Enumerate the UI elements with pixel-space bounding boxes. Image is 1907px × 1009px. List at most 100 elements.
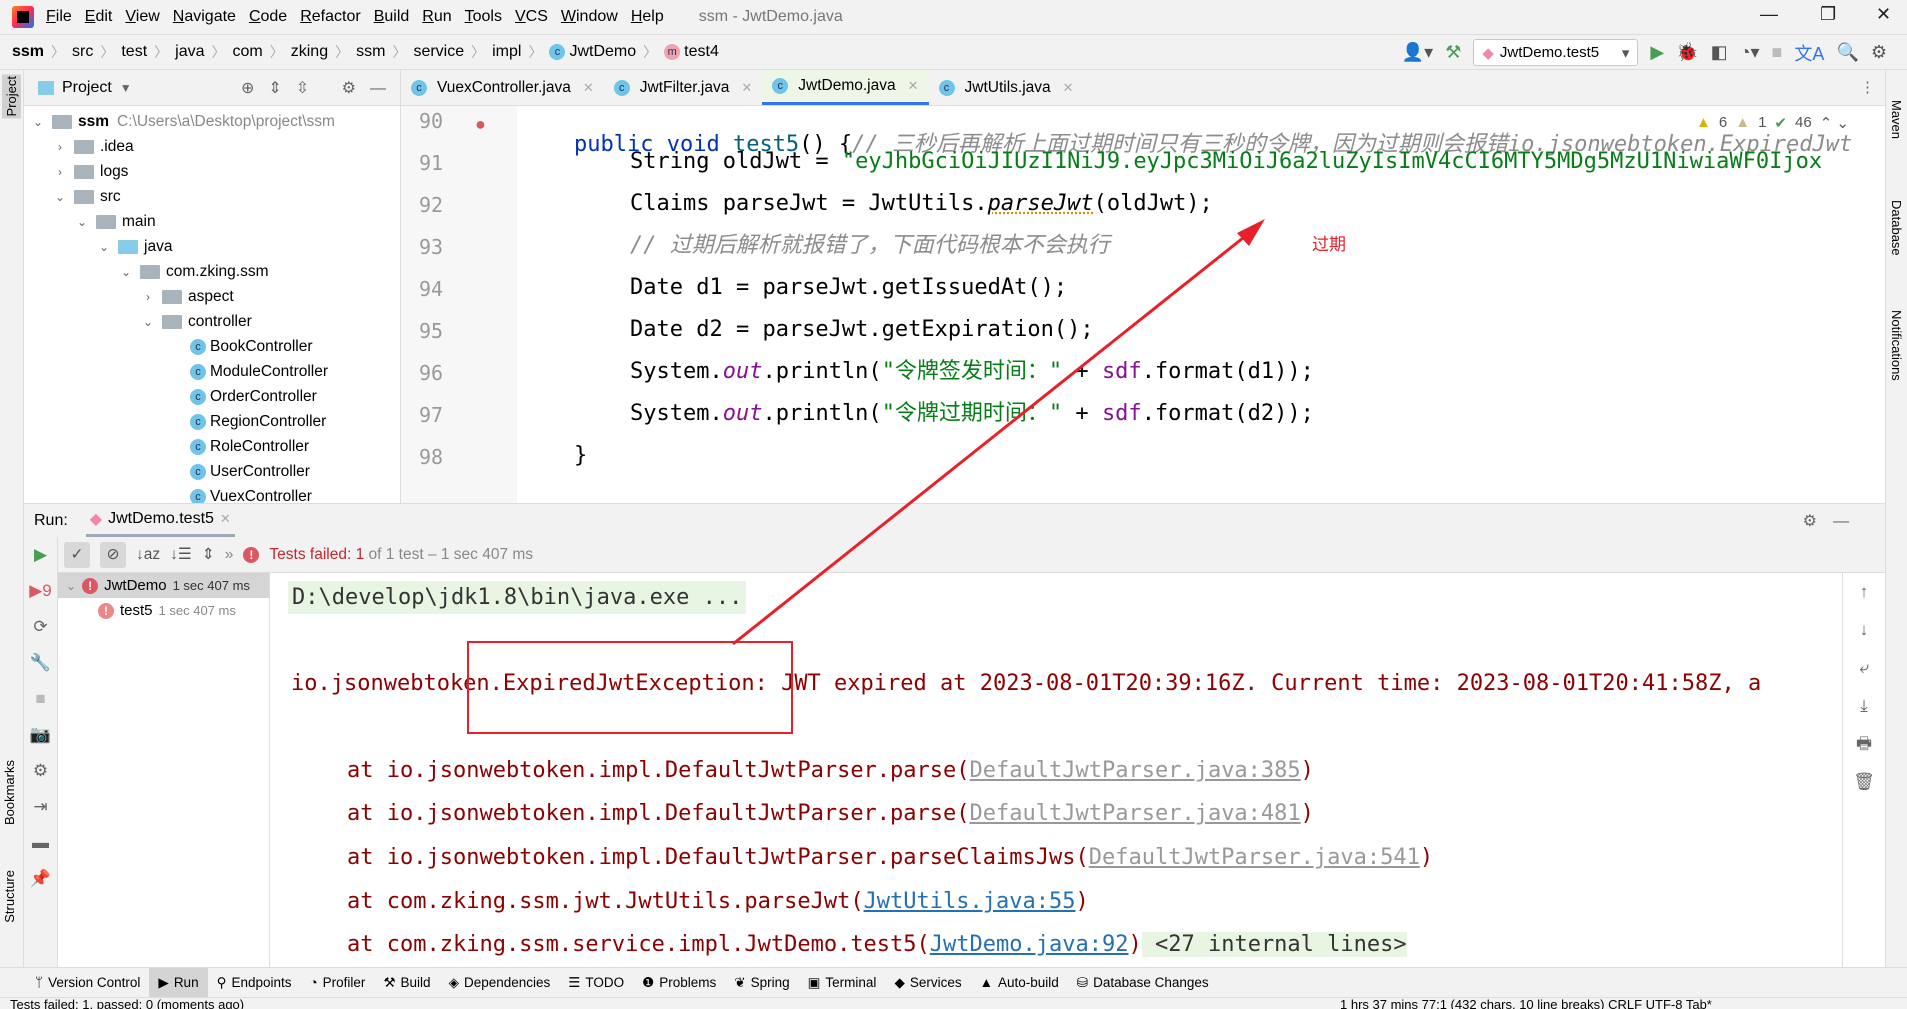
tool-dependencies[interactable]: ◈ Dependencies xyxy=(440,968,560,998)
tree-item-src[interactable]: ⌄ src xyxy=(24,184,400,209)
account-icon[interactable]: 👤▾ xyxy=(1402,42,1433,63)
pin-icon[interactable]: 📌 xyxy=(24,861,57,897)
tree-item-main[interactable]: ⌄ main xyxy=(24,209,400,234)
console-output[interactable]: D:\develop\jdk1.8\bin\java.exe ... io.js… xyxy=(270,573,1842,967)
more-tabs-icon[interactable]: ⋮ xyxy=(1850,70,1885,105)
menu-view[interactable]: View xyxy=(125,8,159,26)
database-tool-button[interactable]: Database xyxy=(1889,200,1904,256)
test-suite-jwtdemo[interactable]: ⌄! JwtDemo 1 sec 407 ms xyxy=(58,573,269,598)
tree-item-package[interactable]: ⌄ com.zking.ssm xyxy=(24,259,400,284)
tool-endpoints[interactable]: ⚲ Endpoints xyxy=(208,968,301,998)
rerun-icon[interactable]: ▶ xyxy=(24,537,57,573)
menu-file[interactable]: File xyxy=(46,8,72,26)
sort-alpha-icon[interactable]: ↓az xyxy=(136,546,160,564)
tool-todo[interactable]: ☰ TODO xyxy=(559,968,633,998)
status-message[interactable]: Tests failed: 1, passed: 0 (moments ago) xyxy=(10,998,244,1009)
tree-item-class[interactable]: c RegionController xyxy=(24,409,400,434)
run-test-gutter-icon[interactable]: ● xyxy=(475,114,486,135)
tool-build[interactable]: ⚒ Build xyxy=(374,968,439,998)
tree-item-class[interactable]: c OrderController xyxy=(24,384,400,409)
tree-item-aspect[interactable]: › aspect xyxy=(24,284,400,309)
project-view-select[interactable]: Project xyxy=(62,79,112,97)
tree-item-idea[interactable]: › .idea xyxy=(24,134,400,159)
menu-refactor[interactable]: Refactor xyxy=(300,8,360,26)
tool-services[interactable]: ◆ Services xyxy=(885,968,970,998)
sort-duration-icon[interactable]: ↓☰ xyxy=(170,545,192,564)
profile-icon[interactable]: ◔▾ xyxy=(1740,42,1760,63)
menu-help[interactable]: Help xyxy=(631,8,664,26)
tool-auto-build[interactable]: ▲ Auto-build xyxy=(971,968,1068,998)
breadcrumb-zking[interactable]: zking xyxy=(291,43,328,61)
wrench-icon[interactable]: 🔧 xyxy=(24,645,57,681)
breadcrumb-test4[interactable]: test4 xyxy=(684,43,719,61)
run-configuration-select[interactable]: ◆ JwtDemo.test5 ▾ xyxy=(1473,39,1639,66)
run-tab[interactable]: ◆ JwtDemo.test5 ✕ xyxy=(85,504,235,537)
breadcrumb-java[interactable]: java xyxy=(175,43,204,61)
tree-item-class[interactable]: c ModuleController xyxy=(24,359,400,384)
scroll-down-icon[interactable]: ↓ xyxy=(1843,611,1885,649)
tab-jwtutils[interactable]: c JwtUtils.java ✕ xyxy=(929,70,1084,105)
breadcrumb-src[interactable]: src xyxy=(72,43,93,61)
project-panel-actions[interactable]: ⊕⇕⇳ ⚙— xyxy=(241,78,400,98)
breadcrumb-com[interactable]: com xyxy=(233,43,263,61)
stop-icon[interactable]: ■ xyxy=(1772,42,1783,63)
tab-jwtfilter[interactable]: c JwtFilter.java ✕ xyxy=(604,70,763,105)
breadcrumb-impl[interactable]: impl xyxy=(492,43,521,61)
settings-icon[interactable]: ⚙ xyxy=(24,753,57,789)
layout-icon[interactable]: ▬ xyxy=(24,825,57,861)
tool-spring[interactable]: ❦ Spring xyxy=(725,968,798,998)
restore-button[interactable]: ❐ xyxy=(1820,4,1836,25)
show-passed-icon[interactable]: ✓ xyxy=(64,541,90,568)
bookmarks-tool-button[interactable]: Bookmarks xyxy=(2,760,17,825)
build-hammer-icon[interactable]: ⚒ xyxy=(1445,42,1461,63)
debug-icon[interactable]: 🐞 xyxy=(1676,42,1698,63)
stop-icon[interactable]: ■ xyxy=(24,681,57,717)
coverage-icon[interactable]: ◧ xyxy=(1711,42,1728,63)
menu-code[interactable]: Code xyxy=(249,8,287,26)
menu-build[interactable]: Build xyxy=(374,8,410,26)
breadcrumb-jwtdemo[interactable]: JwtDemo xyxy=(569,43,636,61)
menu-navigate[interactable]: Navigate xyxy=(173,8,236,26)
gear-icon[interactable]: ⚙ xyxy=(1871,42,1887,63)
tree-item-java[interactable]: ⌄ java xyxy=(24,234,400,259)
code-editor[interactable]: ▲6▲1✔46⌃ ⌄ 89 @Test 90 ● public void tes… xyxy=(401,106,1885,503)
show-ignored-icon[interactable]: ⊘ xyxy=(100,541,126,568)
soft-wrap-icon[interactable]: ⤶ xyxy=(1843,649,1885,687)
minimize-button[interactable]: — xyxy=(1760,4,1778,25)
breadcrumb-service[interactable]: service xyxy=(413,43,464,61)
tool-profiler[interactable]: ◔ Profiler xyxy=(301,968,375,998)
tool-run[interactable]: ▶ Run xyxy=(149,967,208,998)
exit-icon[interactable]: ⇥ xyxy=(24,789,57,825)
menu-window[interactable]: Window xyxy=(561,8,618,26)
menu-tools[interactable]: Tools xyxy=(465,8,502,26)
notifications-tool-button[interactable]: Notifications xyxy=(1889,310,1904,381)
chevron-down-icon[interactable]: ▼ xyxy=(120,81,132,95)
tree-item-class[interactable]: c RoleController xyxy=(24,434,400,459)
tree-item-class[interactable]: c BookController xyxy=(24,334,400,359)
search-icon[interactable]: 🔍 xyxy=(1836,42,1858,63)
tree-item-logs[interactable]: › logs xyxy=(24,159,400,184)
expand-all-icon[interactable]: ⇕ xyxy=(202,545,215,564)
breadcrumb-test[interactable]: test xyxy=(121,43,147,61)
tool-terminal[interactable]: ▣ Terminal xyxy=(799,968,886,998)
camera-icon[interactable]: 📷 xyxy=(24,717,57,753)
menu-edit[interactable]: Edit xyxy=(85,8,113,26)
breadcrumb-ssm-pkg[interactable]: ssm xyxy=(356,43,385,61)
print-icon[interactable]: 🖶 xyxy=(1843,725,1885,763)
clear-icon[interactable]: 🗑 xyxy=(1843,763,1885,801)
scroll-up-icon[interactable]: ↑ xyxy=(1843,573,1885,611)
run-panel-actions[interactable]: ⚙— xyxy=(1803,511,1865,531)
tab-vuexcontroller[interactable]: c VuexController.java ✕ xyxy=(401,70,604,105)
menu-vcs[interactable]: VCS xyxy=(515,8,548,26)
project-tool-button[interactable]: Project xyxy=(2,74,21,119)
menu-run[interactable]: Run xyxy=(422,8,451,26)
close-button[interactable]: ✕ xyxy=(1876,4,1891,25)
internal-lines-fold[interactable]: <27 internal lines> xyxy=(1141,932,1407,957)
structure-tool-button[interactable]: Structure xyxy=(2,870,17,923)
status-info[interactable]: 1 hrs 37 mins 77:1 (432 chars, 10 line b… xyxy=(1340,998,1712,1009)
translate-icon[interactable]: 文A xyxy=(1794,40,1824,66)
test-case-test5[interactable]: ! test5 1 sec 407 ms xyxy=(58,598,269,623)
toggle-auto-test-icon[interactable]: ⟳ xyxy=(24,609,57,645)
run-icon[interactable]: ▶ xyxy=(1650,42,1664,63)
tree-item-class[interactable]: c UserController xyxy=(24,459,400,484)
